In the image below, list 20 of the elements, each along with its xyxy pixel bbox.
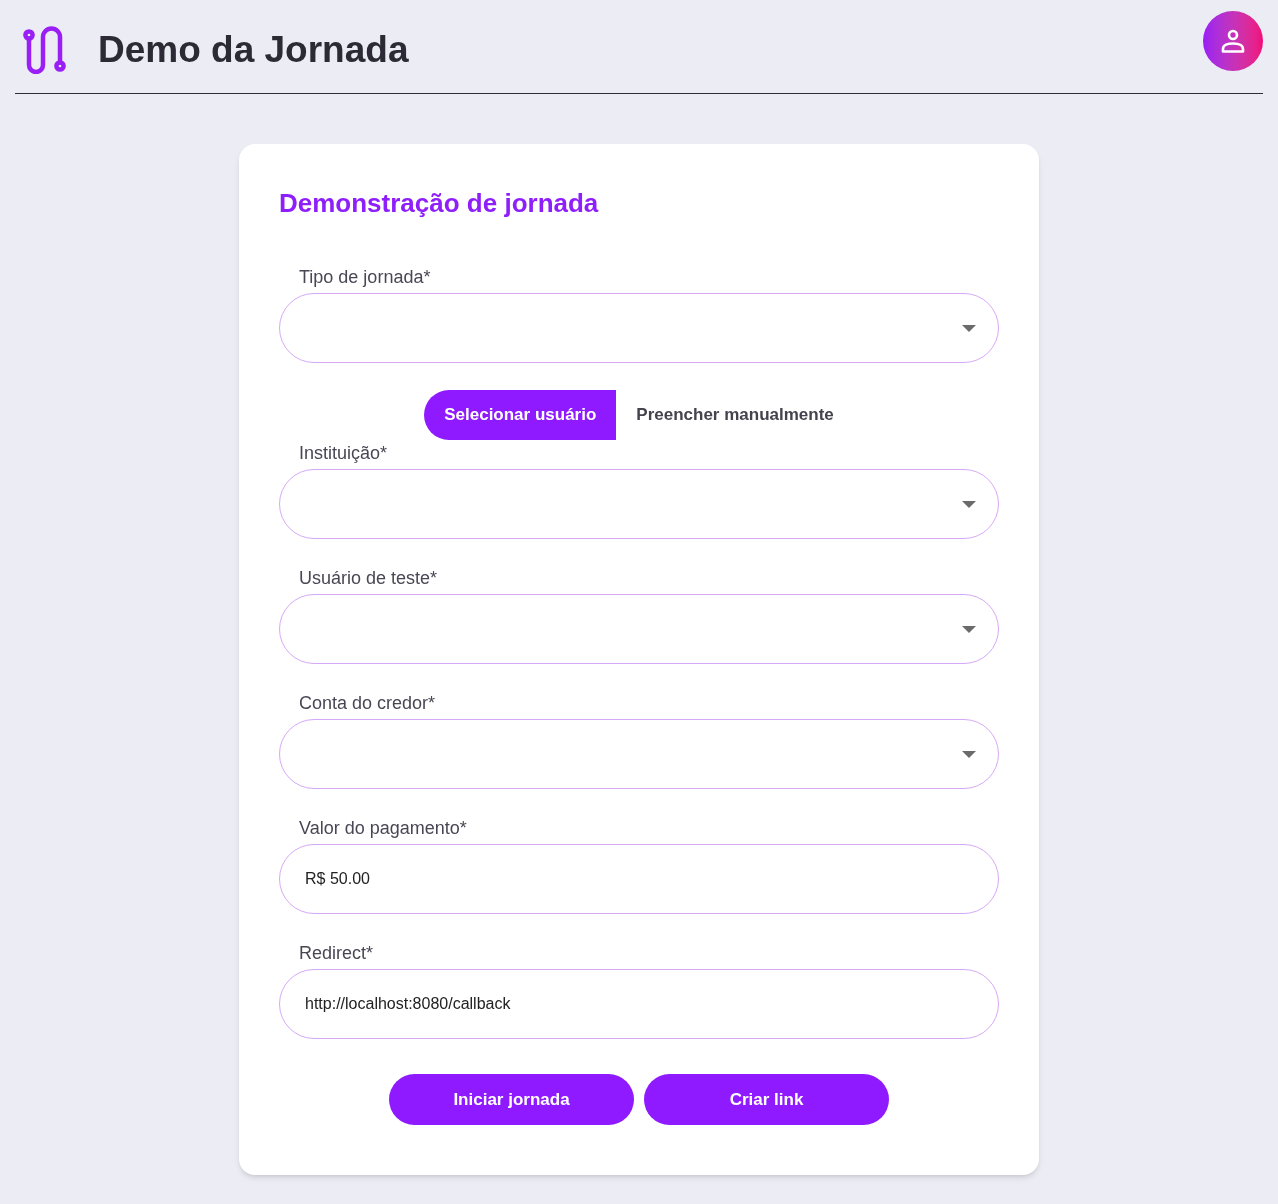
field-label: Usuário de teste* [298, 567, 438, 590]
user-icon [1221, 28, 1245, 54]
field-label: Instituição* [298, 442, 388, 465]
caret-down-icon [962, 625, 976, 633]
field-label: Tipo de jornada* [298, 266, 431, 289]
caret-down-icon [962, 500, 976, 508]
field-label: Redirect* [298, 942, 374, 965]
text-field[interactable]: http://localhost:8080/callback [279, 969, 999, 1039]
profile-button[interactable] [1203, 11, 1263, 71]
caret-down-icon [962, 324, 976, 332]
text-field[interactable]: R$ 50.00 [279, 844, 999, 914]
mode-tab[interactable]: Preencher manualmente [616, 390, 854, 440]
field-label: Valor do pagamento* [298, 817, 467, 840]
action-button[interactable]: Iniciar jornada [389, 1074, 634, 1125]
app-title: Demo da Jornada [98, 28, 409, 72]
action-button[interactable]: Criar link [644, 1074, 889, 1125]
form-title: Demonstração de jornada [279, 187, 600, 220]
mode-tab[interactable]: Selecionar usuário [424, 390, 617, 440]
field-label: Conta do credor* [298, 692, 436, 715]
caret-down-icon [962, 750, 976, 758]
